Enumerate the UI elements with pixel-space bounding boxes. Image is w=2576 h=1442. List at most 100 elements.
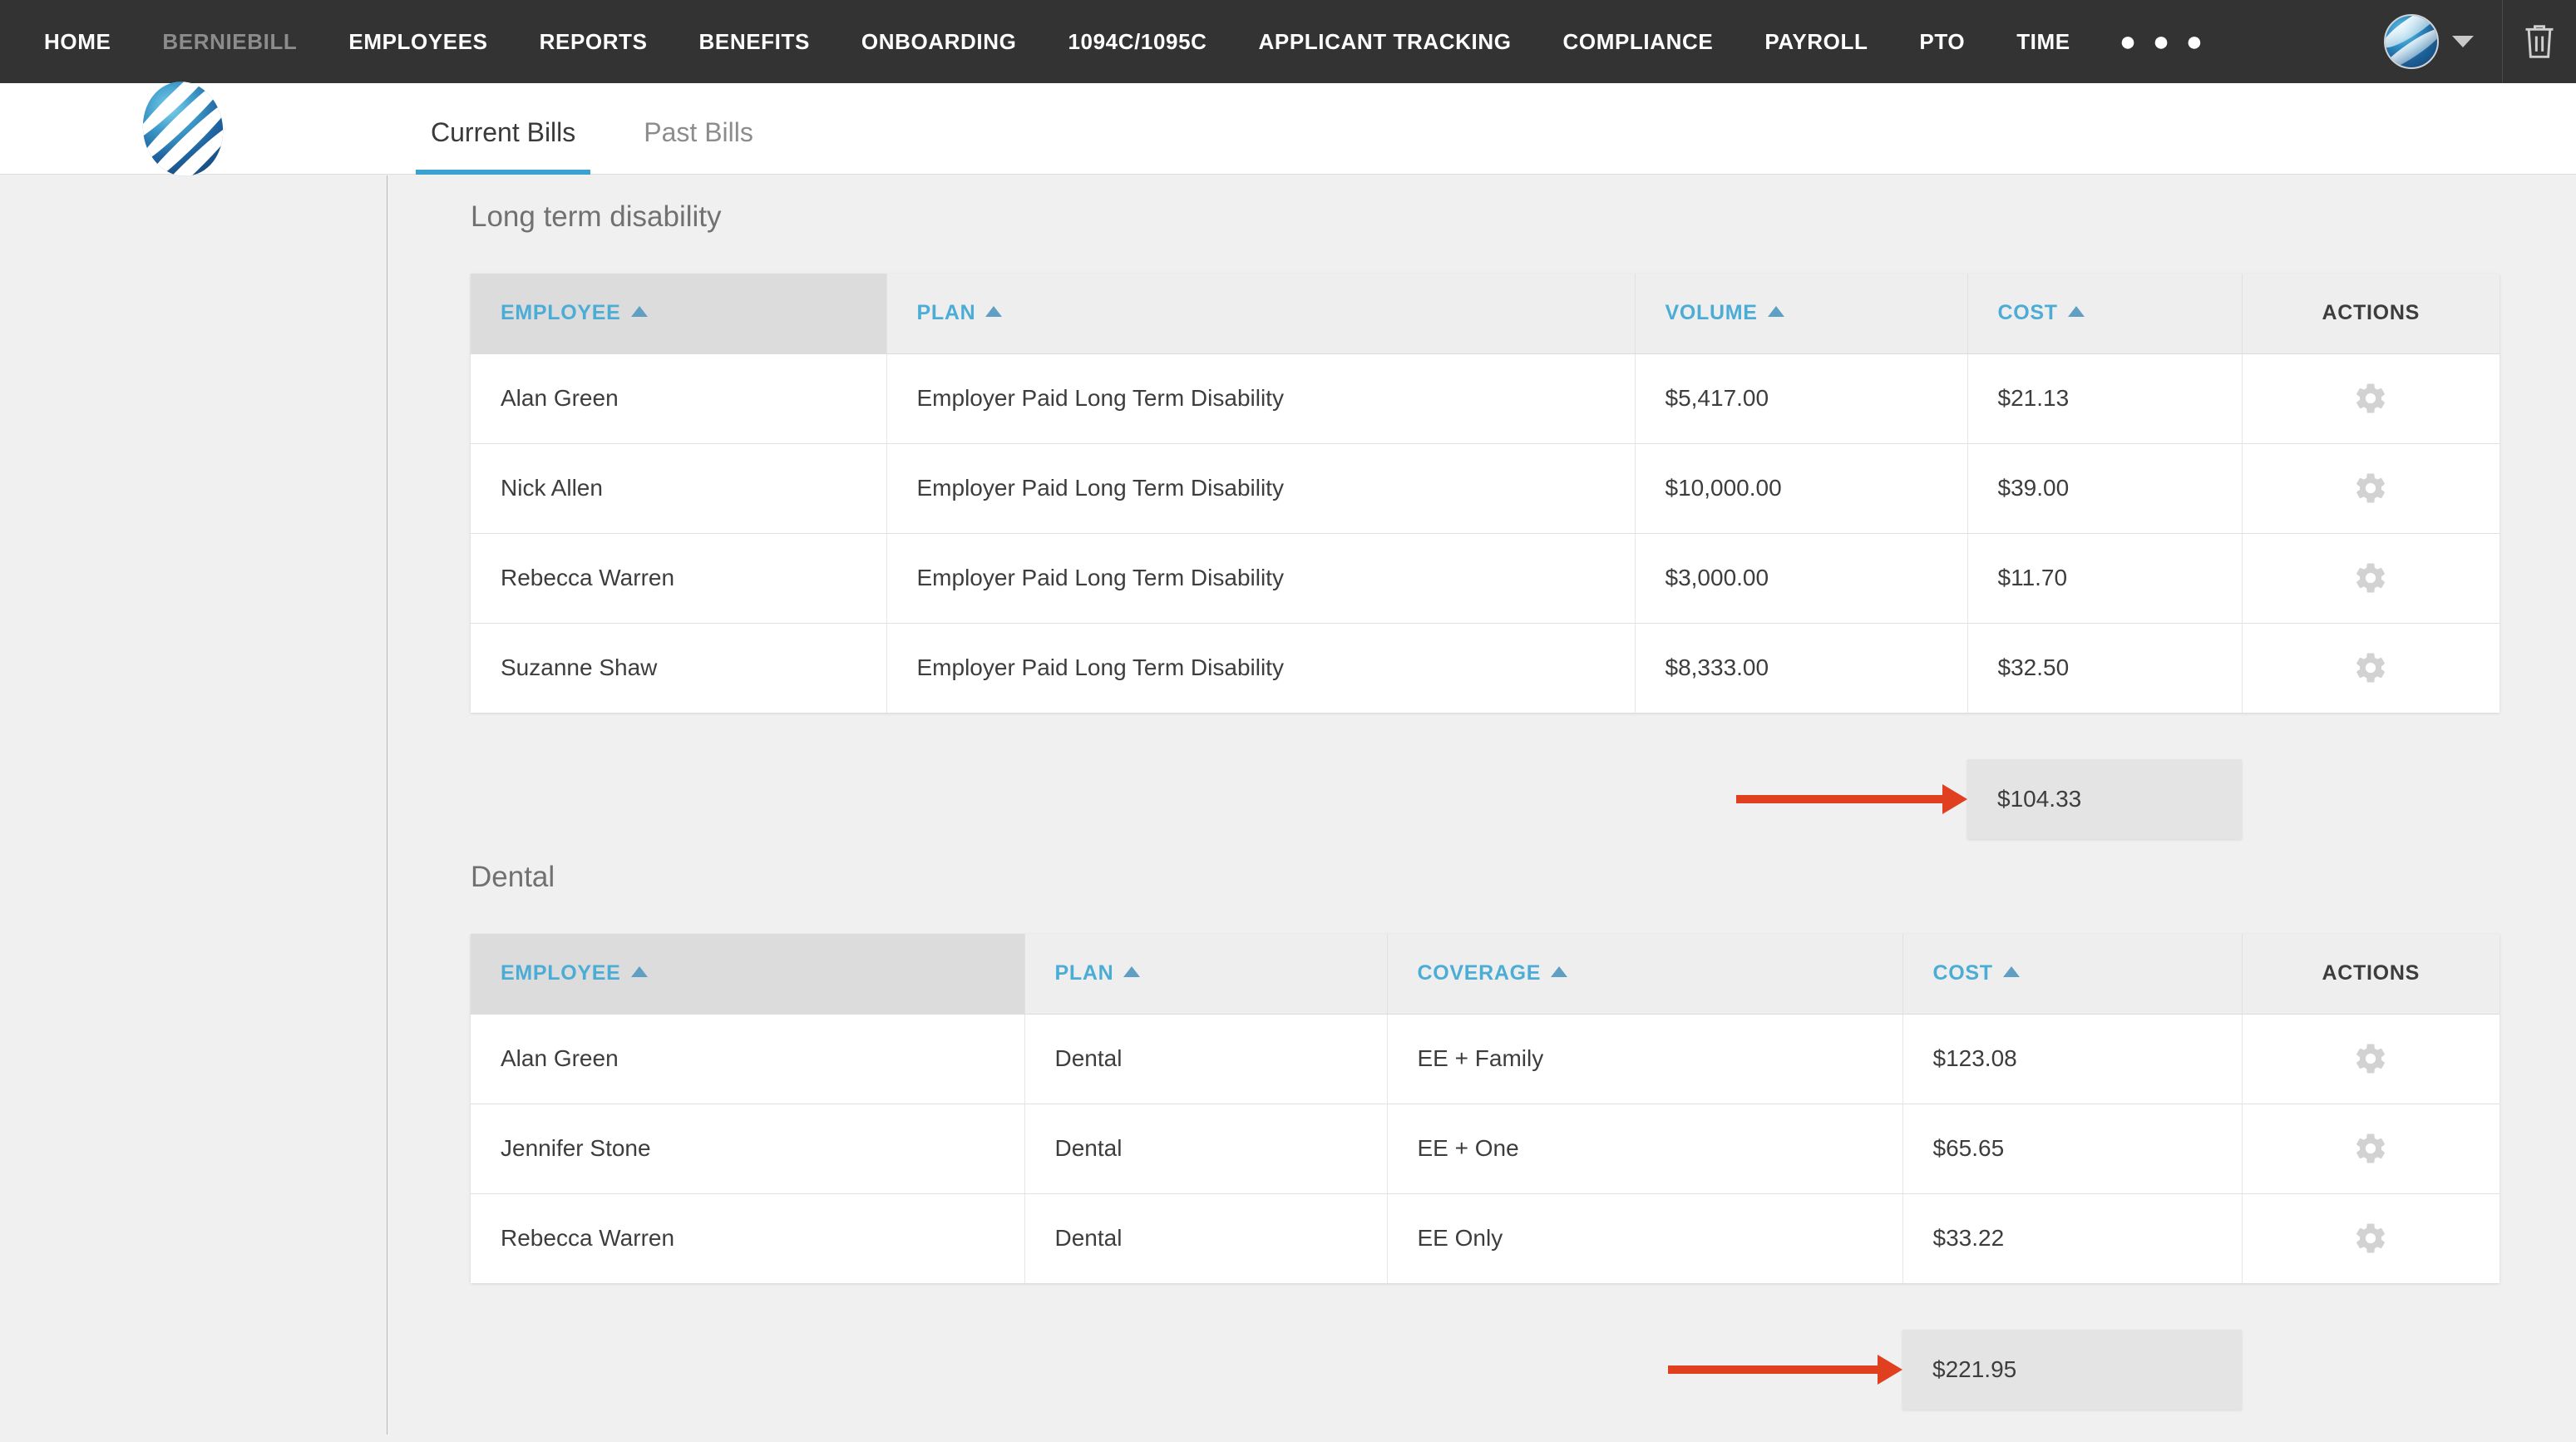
cell-plan: Dental [1024,1104,1388,1194]
nav-item-onboarding[interactable]: ONBOARDING [836,0,1043,83]
nav-item-employees[interactable]: EMPLOYEES [323,0,513,83]
table-row[interactable]: Nick Allen Employer Paid Long Term Disab… [471,443,2500,534]
table-header-row: EMPLOYEE PLAN COVERAGE COST ACTIONS [471,934,2500,1015]
nav-item-payroll[interactable]: PAYROLL [1739,0,1893,83]
gear-icon[interactable] [2353,561,2388,595]
table-row[interactable]: Alan Green Dental EE + Family $123.08 [471,1014,2500,1104]
sub-header: Current Bills Past Bills [0,83,2576,175]
column-label: VOLUME [1665,301,1758,325]
column-header-employee[interactable]: EMPLOYEE [471,274,887,354]
column-header-volume[interactable]: VOLUME [1635,274,1968,354]
table-row[interactable]: Alan Green Employer Paid Long Term Disab… [471,353,2500,444]
nav-item-berniebill[interactable]: BERNIEBILL [136,0,323,83]
left-sidebar [0,175,387,1435]
cell-actions [2242,353,2500,444]
cell-volume: $3,000.00 [1635,533,1968,624]
column-label: PLAN [916,301,976,325]
column-header-employee[interactable]: EMPLOYEE [471,934,1025,1015]
nav-item-time[interactable]: TIME [1991,0,2096,83]
sort-ascending-icon [2002,966,2020,978]
trash-icon[interactable] [2503,0,2576,83]
table-header-row: EMPLOYEE PLAN VOLUME COST ACTIONS [471,274,2500,354]
column-header-coverage[interactable]: COVERAGE [1387,934,1903,1015]
cell-cost: $11.70 [1967,533,2243,624]
cell-actions [2242,623,2500,713]
cell-plan: Dental [1024,1193,1388,1283]
cell-volume: $10,000.00 [1635,443,1968,534]
cell-employee: Alan Green [471,353,887,444]
gear-icon[interactable] [2353,1041,2388,1076]
gear-icon[interactable] [2353,1131,2388,1166]
sort-ascending-icon [630,306,648,318]
cell-coverage: EE + Family [1387,1014,1903,1104]
gear-icon[interactable] [2353,650,2388,685]
cell-employee: Rebecca Warren [471,1193,1025,1283]
nav-item-benefits[interactable]: BENEFITS [674,0,836,83]
column-label: ACTIONS [2322,961,2420,985]
nav-item-applicant-tracking[interactable]: APPLICANT TRACKING [1233,0,1537,83]
user-avatar-globe-icon[interactable] [2384,14,2439,69]
column-label: PLAN [1054,961,1114,985]
section-dental: Dental EMPLOYEE PLAN COVERAGE COST ACTIO… [387,861,2576,1410]
column-header-cost[interactable]: COST [1902,934,2243,1015]
column-header-actions: ACTIONS [2242,934,2500,1015]
cell-volume: $8,333.00 [1635,623,1968,713]
cell-cost: $21.13 [1967,353,2243,444]
page-body: Long term disability EMPLOYEE PLAN VOLUM… [0,175,2576,1442]
cell-cost: $33.22 [1902,1193,2243,1283]
column-header-cost[interactable]: COST [1967,274,2243,354]
dental-table: EMPLOYEE PLAN COVERAGE COST ACTIONS Alan… [471,934,2500,1283]
column-label: COST [1932,961,1993,985]
chevron-down-icon[interactable] [2452,36,2474,47]
table-body: Alan Green Dental EE + Family $123.08 Je… [471,1014,2500,1283]
column-header-actions: ACTIONS [2242,274,2500,354]
tab-current-bills[interactable]: Current Bills [416,117,591,175]
dental-total-cell: $221.95 [1902,1330,2242,1410]
nav-item-reports[interactable]: REPORTS [514,0,674,83]
cell-actions [2242,1014,2500,1104]
sort-ascending-icon [985,306,1003,318]
cell-plan: Dental [1024,1014,1388,1104]
nav-item-1094c-1095c[interactable]: 1094C/1095C [1042,0,1232,83]
nav-overflow-menu-icon[interactable]: ● ● ● [2096,6,2231,77]
cell-employee: Rebecca Warren [471,533,887,624]
column-label: COVERAGE [1417,961,1542,985]
table-row[interactable]: Rebecca Warren Employer Paid Long Term D… [471,533,2500,624]
column-header-plan[interactable]: PLAN [1024,934,1388,1015]
cell-employee: Alan Green [471,1014,1025,1104]
cell-plan: Employer Paid Long Term Disability [886,533,1636,624]
cell-actions [2242,1193,2500,1283]
cell-employee: Nick Allen [471,443,887,534]
table-row[interactable]: Jennifer Stone Dental EE + One $65.65 [471,1104,2500,1194]
gear-icon[interactable] [2353,471,2388,506]
sort-ascending-icon [1123,966,1141,978]
cell-actions [2242,533,2500,624]
gear-icon[interactable] [2353,381,2388,416]
section-title: Dental [471,861,555,893]
cell-plan: Employer Paid Long Term Disability [886,623,1636,713]
gear-icon[interactable] [2353,1221,2388,1256]
nav-item-home[interactable]: HOME [18,0,136,83]
cell-coverage: EE Only [1387,1193,1903,1283]
sort-ascending-icon [2067,306,2085,318]
column-label: COST [1997,301,2058,325]
cell-plan: Employer Paid Long Term Disability [886,353,1636,444]
table-row[interactable]: Rebecca Warren Dental EE Only $33.22 [471,1193,2500,1283]
column-label: EMPLOYEE [501,301,621,325]
main-content: Long term disability EMPLOYEE PLAN VOLUM… [387,175,2576,1442]
sort-ascending-icon [1551,966,1568,978]
cell-plan: Employer Paid Long Term Disability [886,443,1636,534]
section-long-term-disability: Long term disability EMPLOYEE PLAN VOLUM… [387,200,2576,839]
table-row[interactable]: Suzanne Shaw Employer Paid Long Term Dis… [471,623,2500,713]
cell-employee: Suzanne Shaw [471,623,887,713]
nav-item-compliance[interactable]: COMPLIANCE [1537,0,1740,83]
tab-past-bills[interactable]: Past Bills [629,117,768,175]
long-term-disability-total-cell: $104.33 [1967,759,2242,839]
annotation-arrow-ltd-total [1736,784,1967,814]
column-label: EMPLOYEE [501,961,621,985]
column-header-plan[interactable]: PLAN [886,274,1636,354]
sort-ascending-icon [1767,306,1784,318]
column-label: ACTIONS [2322,301,2420,325]
cell-cost: $39.00 [1967,443,2243,534]
nav-item-pto[interactable]: PTO [1893,0,1991,83]
